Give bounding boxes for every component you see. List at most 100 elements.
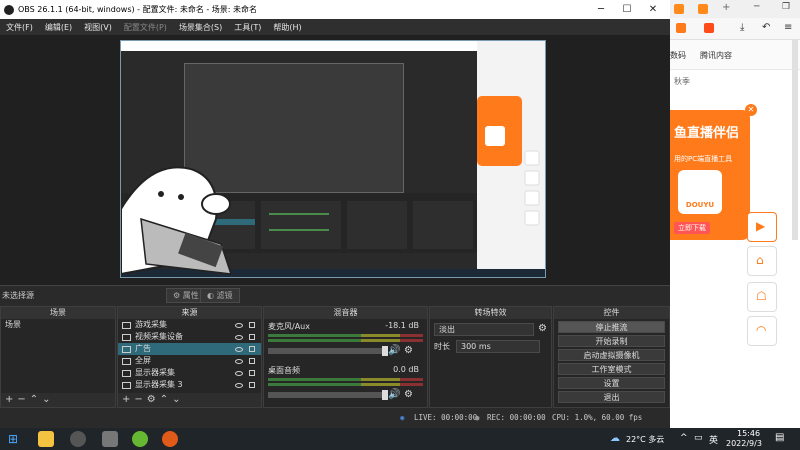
- ad-download-button[interactable]: 立即下载: [674, 222, 710, 234]
- settings-button[interactable]: 设置: [558, 377, 665, 389]
- add-icon[interactable]: +: [5, 394, 17, 405]
- app-icon-pet[interactable]: [38, 431, 54, 447]
- tab-favicon-icon[interactable]: [674, 4, 684, 14]
- douyu-ad-card[interactable]: 鱼直播伴侣 用的PC端直播工具 DOUYU 立即下载: [670, 110, 750, 240]
- eye-icon[interactable]: [235, 358, 243, 364]
- tray-chevron-icon[interactable]: ^: [680, 433, 688, 443]
- add-icon[interactable]: +: [122, 394, 134, 405]
- back-icon[interactable]: ↶: [762, 22, 770, 33]
- weather-icon: ☁: [610, 433, 620, 444]
- start-recording-button[interactable]: 开始录制: [558, 335, 665, 347]
- clock-date[interactable]: 2022/9/3: [726, 439, 762, 448]
- menu-tools[interactable]: 工具(T): [234, 22, 267, 33]
- controls-header: 控件: [554, 307, 669, 319]
- clock-time[interactable]: 15:46: [737, 429, 760, 438]
- remove-icon[interactable]: −: [17, 394, 29, 405]
- menu-file[interactable]: 文件(F): [6, 22, 39, 33]
- close-ad-icon[interactable]: ✕: [745, 104, 757, 116]
- menu-icon[interactable]: ≡: [784, 22, 792, 33]
- tab-favicon-icon[interactable]: [698, 4, 708, 14]
- lock-icon[interactable]: [249, 358, 255, 364]
- filter-icon: ◐: [207, 291, 214, 300]
- lock-icon[interactable]: [249, 370, 255, 376]
- gear-icon[interactable]: ⚙: [147, 394, 160, 405]
- lock-icon[interactable]: [249, 334, 255, 340]
- input-method-text[interactable]: 英: [709, 433, 718, 446]
- scenes-header: 场景: [1, 307, 115, 319]
- transitions-dock: 转场特效 淡出 ⚙ 时长 300 ms: [429, 306, 552, 408]
- transition-select[interactable]: 淡出: [434, 323, 534, 336]
- scrollbar[interactable]: [792, 40, 798, 240]
- virtual-camera-button[interactable]: 启动虚拟摄像机: [558, 349, 665, 361]
- app-icon-game[interactable]: [102, 431, 118, 447]
- source-item-selected[interactable]: 广告: [118, 343, 261, 355]
- menu-view[interactable]: 视图(V): [84, 22, 118, 33]
- extension-icon[interactable]: [676, 23, 686, 33]
- lock-icon[interactable]: [249, 382, 255, 388]
- weather-text[interactable]: 22°C 多云: [626, 434, 664, 445]
- volume-meter: [268, 339, 423, 342]
- live-icon: ◉: [400, 413, 405, 422]
- play-side-button[interactable]: ▶: [747, 212, 777, 242]
- remove-icon[interactable]: −: [134, 394, 146, 405]
- source-item[interactable]: 游戏采集: [118, 319, 261, 331]
- eye-icon[interactable]: [235, 322, 243, 328]
- gear-icon[interactable]: ⚙: [538, 323, 547, 334]
- menu-edit[interactable]: 编辑(E): [45, 22, 78, 33]
- exit-button[interactable]: 退出: [558, 391, 665, 403]
- mixer-channel-mic: 麦克风/Aux -18.1 dB 🔊 ⚙: [264, 319, 427, 363]
- eye-icon[interactable]: [235, 334, 243, 340]
- minimize-button[interactable]: ─: [754, 2, 759, 12]
- network-icon[interactable]: ▭: [694, 433, 703, 443]
- gear-icon[interactable]: ⚙: [404, 345, 413, 356]
- menu-scene-collection[interactable]: 场景集合(S): [179, 22, 228, 33]
- source-item[interactable]: 视频采集设备: [118, 331, 261, 343]
- maximize-button[interactable]: ☐: [614, 0, 640, 19]
- windows-start-icon[interactable]: ⊞: [8, 432, 18, 446]
- home-side-button[interactable]: ⌂: [747, 246, 777, 276]
- source-type-icon: [122, 333, 131, 341]
- new-tab-icon[interactable]: +: [722, 2, 730, 13]
- down-icon[interactable]: ⌄: [42, 394, 54, 405]
- up-icon[interactable]: ⌃: [160, 394, 172, 405]
- cpu-status: CPU: 1.0%, 60.00 fps: [552, 413, 643, 422]
- eye-icon[interactable]: [235, 382, 243, 388]
- down-icon[interactable]: ⌄: [172, 394, 184, 405]
- transition-type: 淡出: [439, 325, 455, 334]
- preview-canvas[interactable]: [120, 40, 546, 278]
- studio-mode-button[interactable]: 工作室模式: [558, 363, 665, 375]
- duration-input[interactable]: 300 ms: [456, 340, 540, 353]
- bookmark-item[interactable]: 数码: [670, 50, 686, 61]
- menu-profile[interactable]: 配置文件(P): [124, 22, 173, 33]
- speaker-icon[interactable]: 🔊: [388, 389, 400, 400]
- notification-icon[interactable]: ▤: [775, 432, 784, 443]
- up-icon[interactable]: ⌃: [30, 394, 42, 405]
- filters-button[interactable]: ◐ 滤镜: [200, 288, 240, 303]
- gear-icon[interactable]: ⚙: [404, 389, 413, 400]
- minimize-button[interactable]: ─: [588, 0, 614, 19]
- stop-streaming-button[interactable]: 停止推流: [558, 321, 665, 333]
- speaker-icon[interactable]: 🔊: [388, 345, 400, 356]
- extension-icon[interactable]: [704, 23, 714, 33]
- app-icon-green[interactable]: [132, 431, 148, 447]
- volume-slider[interactable]: [268, 390, 388, 400]
- lock-icon[interactable]: [249, 346, 255, 352]
- robot-side-button[interactable]: ☖: [747, 282, 777, 312]
- browser-taskbar-icon[interactable]: [162, 431, 178, 447]
- volume-slider[interactable]: [268, 346, 388, 356]
- source-item[interactable]: 显示器采集 3: [118, 379, 261, 391]
- download-icon[interactable]: ⤓: [740, 22, 744, 33]
- bookmark-item[interactable]: 腾讯内容: [700, 50, 732, 61]
- lock-icon[interactable]: [249, 322, 255, 328]
- source-item[interactable]: 全屏: [118, 355, 261, 367]
- obs-taskbar-icon[interactable]: [70, 431, 86, 447]
- browser-tab-bar: + ─ ❐: [670, 0, 800, 18]
- scene-item[interactable]: 场景: [1, 319, 115, 331]
- eye-icon[interactable]: [235, 370, 243, 376]
- restore-button[interactable]: ❐: [782, 2, 790, 12]
- close-button[interactable]: ✕: [640, 0, 666, 19]
- menu-help[interactable]: 帮助(H): [273, 22, 307, 33]
- eye-icon[interactable]: [235, 346, 243, 352]
- source-item[interactable]: 显示器采集: [118, 367, 261, 379]
- headset-side-button[interactable]: ◠: [747, 316, 777, 346]
